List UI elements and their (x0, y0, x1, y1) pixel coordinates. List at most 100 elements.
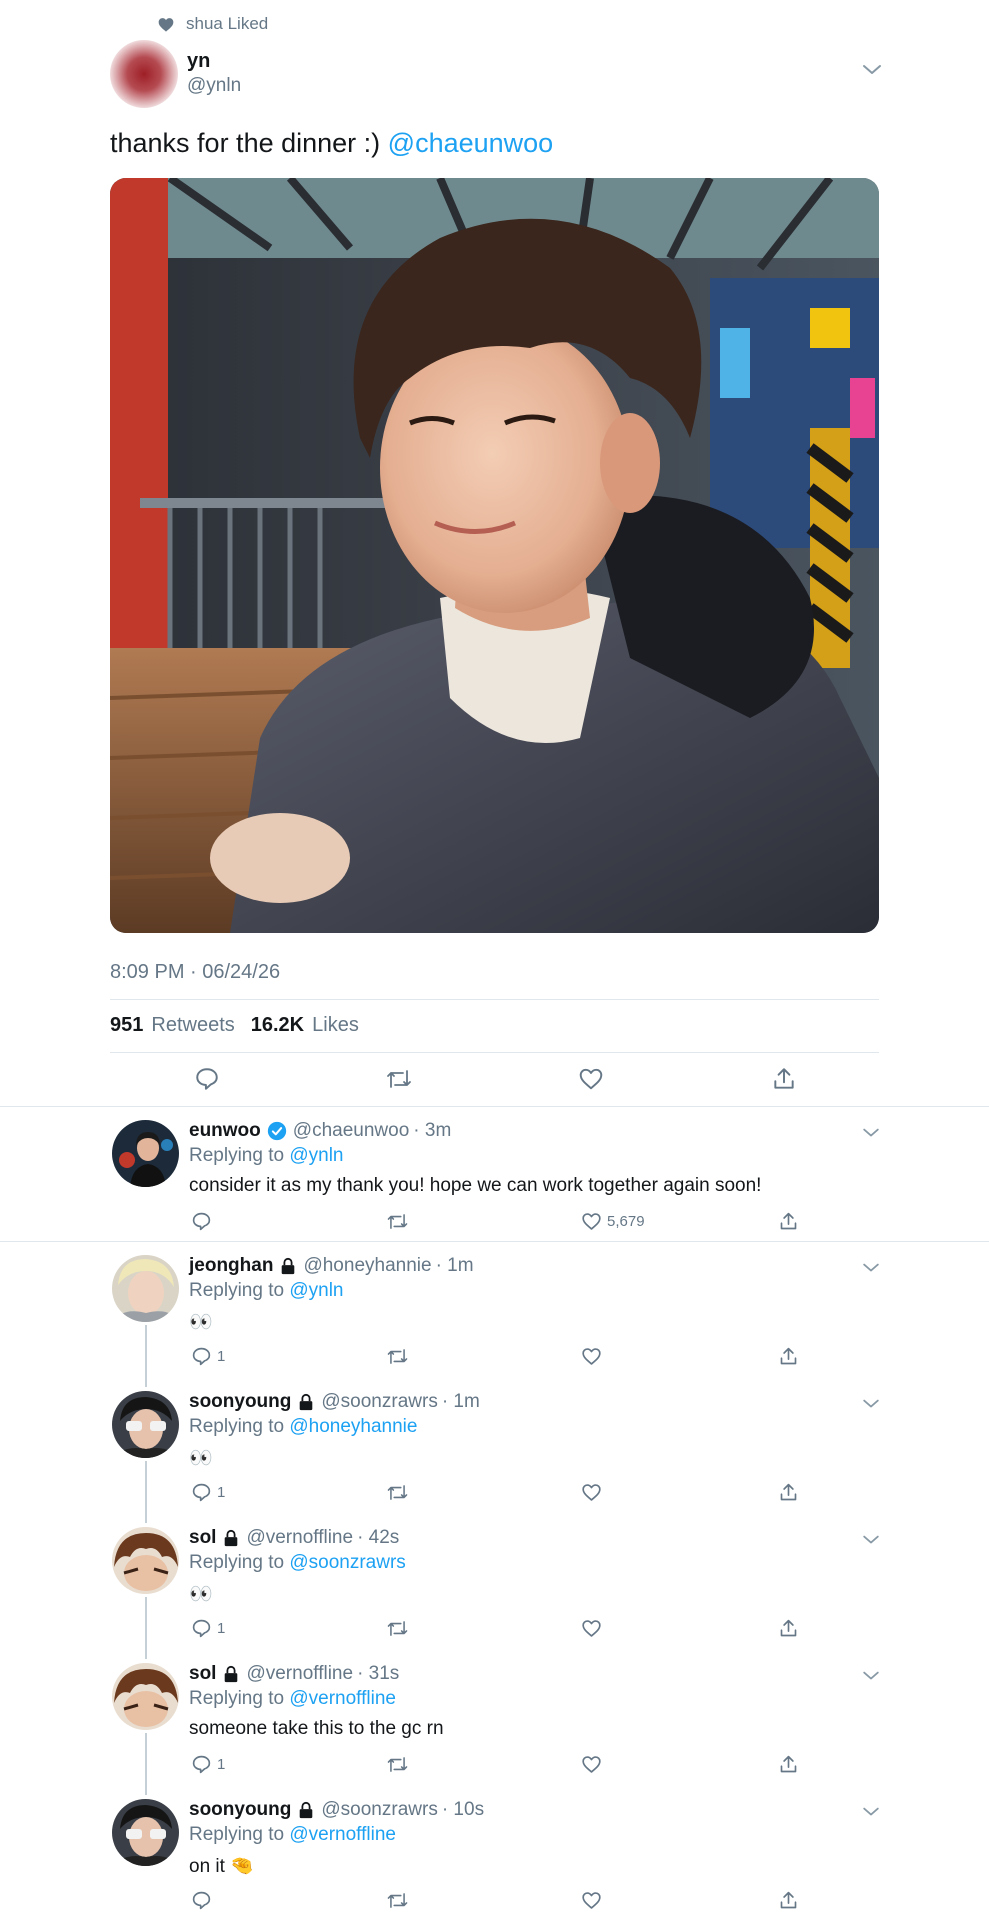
replying-to-link[interactable]: @vernoffline (289, 1824, 396, 1845)
retweet-button[interactable] (386, 1618, 409, 1639)
retweet-count[interactable]: 951 (110, 1014, 143, 1037)
avatar[interactable] (110, 40, 178, 108)
like-icon[interactable] (578, 1066, 604, 1092)
reply-time[interactable]: · 3m (413, 1120, 451, 1142)
reply-button[interactable] (191, 1211, 217, 1232)
retweet-button[interactable] (386, 1482, 409, 1503)
chevron-down-icon[interactable] (861, 1127, 881, 1139)
replying-to: Replying to @ynln (189, 1145, 344, 1167)
retweet-icon[interactable] (385, 1066, 413, 1092)
retweet-label[interactable]: Retweets (151, 1014, 234, 1037)
like-count: 5,679 (607, 1213, 645, 1230)
reply-author-handle[interactable]: @soonzrawrs (321, 1391, 437, 1413)
share-button[interactable] (778, 1618, 799, 1639)
reply-button[interactable]: 1 (191, 1618, 225, 1639)
reply-author-name[interactable]: soonyoung (189, 1799, 291, 1821)
chevron-down-icon[interactable] (861, 1398, 881, 1410)
avatar[interactable] (112, 1527, 179, 1594)
retweet-icon (386, 1346, 409, 1367)
replying-to-link[interactable]: @soonzrawrs (289, 1552, 405, 1573)
social-context: shua Liked (158, 14, 268, 34)
reply-author-handle[interactable]: @vernoffline (246, 1663, 353, 1685)
reply-text: 👀 (189, 1584, 213, 1605)
chevron-down-icon[interactable] (861, 1670, 881, 1682)
reply-time[interactable]: · 1m (442, 1391, 480, 1413)
social-context-text: shua Liked (186, 14, 269, 33)
reply-author-handle[interactable]: @chaeunwoo (293, 1120, 409, 1142)
share-button[interactable] (778, 1482, 799, 1503)
reply-actions: 1 (0, 1618, 989, 1642)
reply-header: sol @vernoffline · 31s (189, 1663, 399, 1685)
avatar[interactable] (112, 1120, 179, 1187)
like-button[interactable] (581, 1890, 607, 1911)
replying-to-label: Replying to (189, 1552, 285, 1573)
like-button[interactable] (581, 1618, 607, 1639)
tweet-timestamp[interactable]: 8:09 PM · 06/24/26 (110, 961, 280, 984)
reply-author-handle[interactable]: @honeyhannie (303, 1255, 431, 1277)
reply-actions: 1 (0, 1754, 989, 1778)
reply-icon (191, 1618, 212, 1639)
reply-author-name[interactable]: sol (189, 1663, 216, 1685)
retweet-button[interactable] (386, 1346, 409, 1367)
author-handle[interactable]: @ynln (187, 75, 241, 97)
chevron-down-icon[interactable] (861, 1262, 881, 1274)
reply-time[interactable]: · 10s (442, 1799, 484, 1821)
tweet-photo[interactable] (110, 178, 879, 933)
reply-actions: 1 (0, 1482, 989, 1506)
chevron-down-icon[interactable] (861, 1806, 881, 1818)
avatar[interactable] (112, 1799, 179, 1866)
share-button[interactable] (778, 1346, 799, 1367)
chevron-down-icon[interactable] (861, 63, 883, 77)
replying-to-label: Replying to (189, 1688, 285, 1709)
like-button[interactable] (581, 1346, 607, 1367)
reply-time[interactable]: · 42s (357, 1527, 399, 1549)
reply-time[interactable]: · 1m (436, 1255, 474, 1277)
reply-author-handle[interactable]: @soonzrawrs (321, 1799, 437, 1821)
share-button[interactable] (778, 1890, 799, 1911)
retweet-button[interactable] (386, 1754, 409, 1775)
reply-time[interactable]: · 31s (357, 1663, 399, 1685)
mention-link[interactable]: @chaeunwoo (388, 128, 554, 158)
author-name[interactable]: yn (187, 50, 210, 73)
chevron-down-icon[interactable] (861, 1534, 881, 1546)
like-label[interactable]: Likes (312, 1014, 359, 1037)
reply-button[interactable]: 1 (191, 1346, 225, 1367)
like-button[interactable] (581, 1754, 607, 1775)
like-button[interactable] (581, 1482, 607, 1503)
share-button[interactable] (778, 1211, 799, 1232)
reply-icon (191, 1211, 212, 1232)
reply-icon (191, 1346, 212, 1367)
replying-to: Replying to @soonzrawrs (189, 1552, 406, 1574)
reply-author-name[interactable]: soonyoung (189, 1391, 291, 1413)
tweet-stats: 951 Retweets 16.2K Likes (110, 1014, 367, 1037)
replying-to-link[interactable]: @ynln (289, 1280, 343, 1301)
reply-header: jeonghan @honeyhannie · 1m (189, 1255, 474, 1277)
like-button[interactable]: 5,679 (581, 1211, 645, 1232)
retweet-button[interactable] (386, 1890, 409, 1911)
replying-to-link[interactable]: @ynln (289, 1145, 343, 1166)
replying-to-link[interactable]: @honeyhannie (289, 1416, 417, 1437)
like-icon (581, 1618, 602, 1639)
avatar[interactable] (112, 1255, 179, 1322)
tweet-actions (0, 1066, 989, 1094)
share-icon (778, 1211, 799, 1232)
reply-button[interactable]: 1 (191, 1482, 225, 1503)
reply-button[interactable]: 1 (191, 1754, 225, 1775)
reply-icon[interactable] (194, 1066, 220, 1092)
reply-author-name[interactable]: eunwoo (189, 1120, 261, 1142)
retweet-button[interactable] (386, 1211, 409, 1232)
like-count[interactable]: 16.2K (251, 1014, 304, 1037)
reply-author-name[interactable]: sol (189, 1527, 216, 1549)
avatar[interactable] (112, 1663, 179, 1730)
avatar[interactable] (112, 1391, 179, 1458)
reply-text: 👀 (189, 1312, 213, 1333)
reply-author-handle[interactable]: @vernoffline (246, 1527, 353, 1549)
reply-button[interactable] (191, 1890, 217, 1911)
share-button[interactable] (778, 1754, 799, 1775)
reply-header: sol @vernoffline · 42s (189, 1527, 399, 1549)
reply-count: 1 (217, 1756, 226, 1773)
reply-author-name[interactable]: jeonghan (189, 1255, 273, 1277)
replying-to-link[interactable]: @vernoffline (289, 1688, 396, 1709)
share-icon[interactable] (771, 1066, 797, 1092)
reply-icon (191, 1482, 212, 1503)
